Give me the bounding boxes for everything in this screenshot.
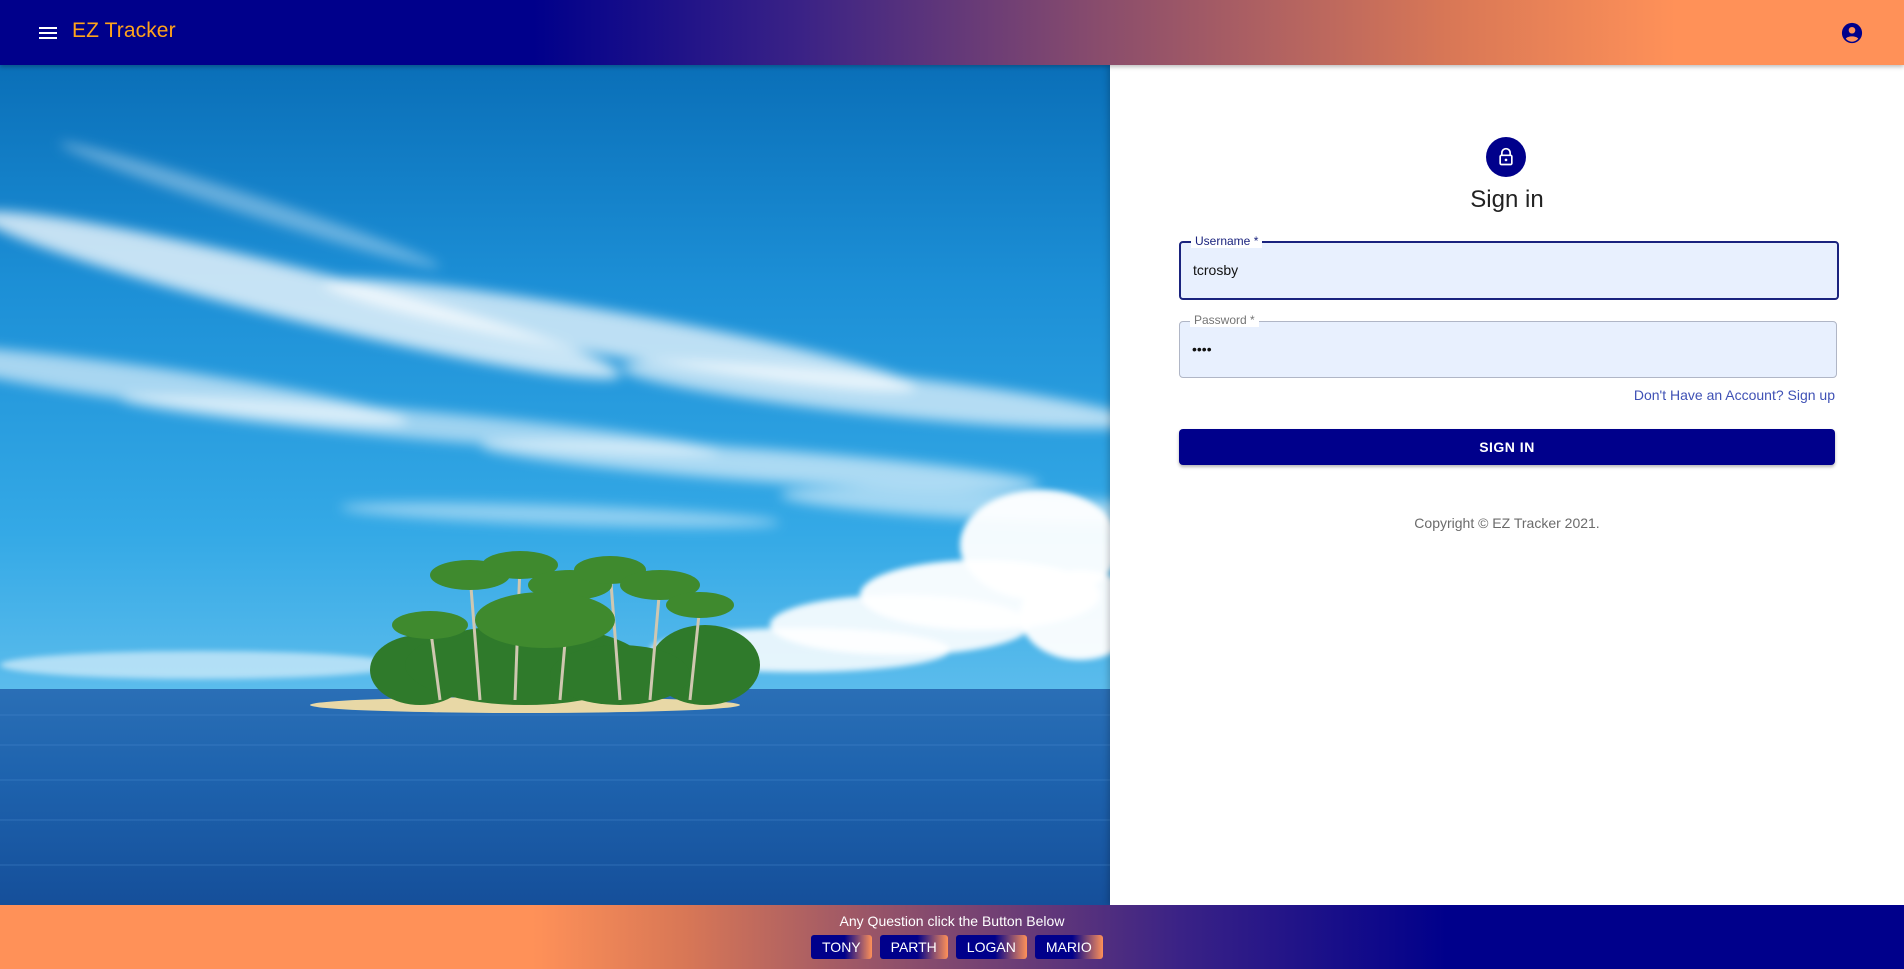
- signin-button[interactable]: SIGN IN: [1179, 429, 1835, 465]
- app-bar: EZ Tracker: [0, 0, 1904, 65]
- contact-button-mario[interactable]: MARIO: [1034, 935, 1103, 959]
- menu-button[interactable]: [30, 18, 66, 48]
- contact-buttons: TONY PARTH LOGAN MARIO: [811, 935, 1103, 959]
- username-field: Username *: [1179, 234, 1839, 300]
- account-circle-icon: [1841, 22, 1863, 44]
- contact-button-logan[interactable]: LOGAN: [955, 935, 1027, 959]
- account-button[interactable]: [1836, 17, 1868, 49]
- signin-panel: Sign in Username * Password * Don't Have…: [1110, 65, 1904, 905]
- island-hero-image: [0, 65, 1110, 905]
- username-input[interactable]: [1193, 259, 1813, 281]
- contact-button-parth[interactable]: PARTH: [879, 935, 948, 959]
- footer: Any Question click the Button Below TONY…: [0, 905, 1904, 969]
- footer-prompt: Any Question click the Button Below: [839, 913, 1065, 929]
- signin-title: Sign in: [1470, 186, 1544, 213]
- signup-link[interactable]: Don't Have an Account? Sign up: [1634, 387, 1835, 403]
- password-field: Password *: [1179, 313, 1837, 378]
- lock-icon: [1499, 147, 1513, 166]
- lock-avatar: [1486, 137, 1526, 177]
- hamburger-menu-icon: [39, 27, 57, 39]
- username-label: Username *: [1191, 234, 1263, 248]
- app-title: EZ Tracker: [72, 19, 176, 42]
- password-input[interactable]: [1192, 338, 1812, 360]
- copyright-text: Copyright © EZ Tracker 2021.: [1414, 515, 1600, 531]
- password-label: Password *: [1190, 313, 1259, 327]
- contact-button-tony[interactable]: TONY: [811, 935, 872, 959]
